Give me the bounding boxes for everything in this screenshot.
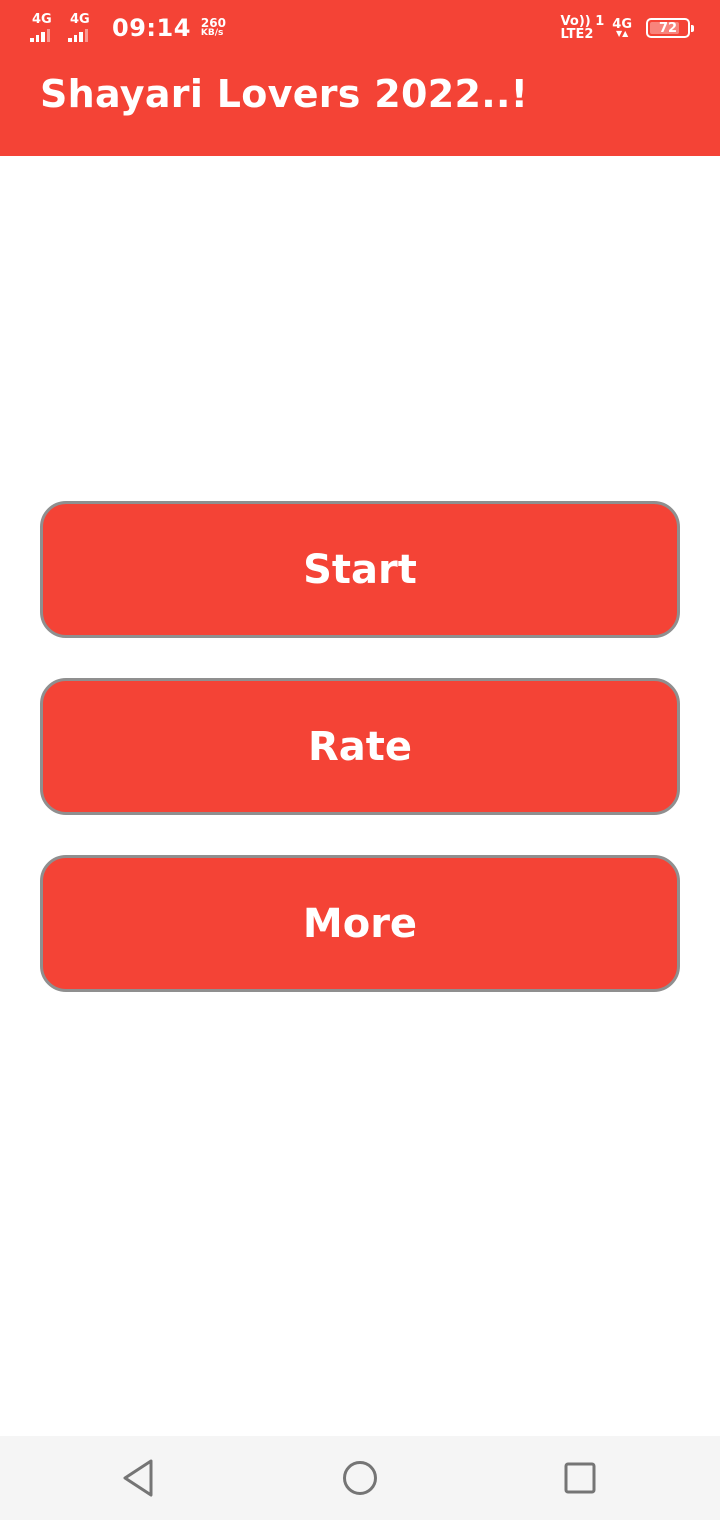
system-navigation-bar (0, 1436, 720, 1520)
recents-icon[interactable] (558, 1456, 602, 1500)
status-right: Vo)) 1 LTE2 4G ▼▲ 72 (561, 12, 694, 44)
sim2-network-label: 4G (70, 12, 90, 27)
battery-icon: 72 (646, 18, 694, 38)
app-bar: 4G 4G 09:14 260 KB/s Vo)) 1 LTE2 4G ▼▲ 7… (0, 0, 720, 156)
mobile-data-icon: 4G ▼▲ (612, 16, 632, 38)
sim1-signal-icon: 4G (30, 12, 58, 42)
data-network-label: 4G (612, 16, 632, 32)
app-title: Shayari Lovers 2022..! (40, 72, 529, 116)
status-left: 4G 4G 09:14 260 KB/s (30, 12, 226, 44)
sim2-signal-icon: 4G (68, 12, 96, 42)
home-icon[interactable] (338, 1456, 382, 1500)
battery-level: 72 (658, 20, 678, 36)
network-speed: 260 KB/s (200, 16, 226, 38)
data-activity-arrows-icon: ▼▲ (615, 28, 629, 38)
back-icon[interactable] (116, 1456, 160, 1500)
status-time: 09:14 (112, 14, 191, 42)
status-bar: 4G 4G 09:14 260 KB/s Vo)) 1 LTE2 4G ▼▲ 7… (0, 0, 720, 56)
more-button[interactable]: More (40, 855, 680, 992)
network-speed-value: 260 (200, 16, 226, 30)
sim1-network-label: 4G (32, 12, 52, 27)
network-speed-unit: KB/s (200, 28, 224, 38)
volte-indicator: Vo)) 1 LTE2 (561, 15, 605, 41)
start-button[interactable]: Start (40, 501, 680, 638)
volte-line2: LTE2 (560, 27, 594, 42)
rate-button[interactable]: Rate (40, 678, 680, 815)
